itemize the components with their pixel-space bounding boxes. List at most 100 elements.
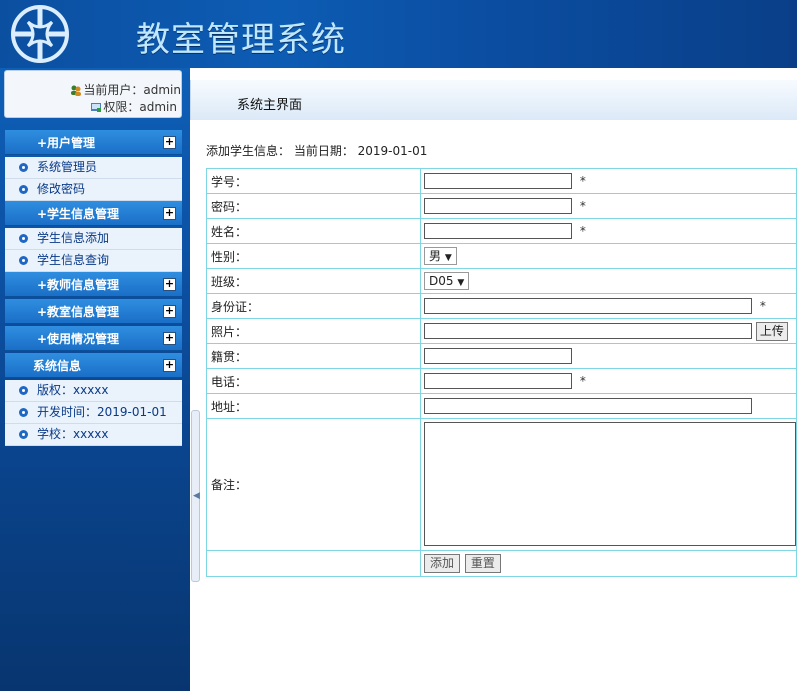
permission-icon [91, 103, 102, 112]
bullet-icon [19, 386, 28, 395]
current-user-text: 当前用户：admin [83, 83, 181, 97]
address-cell [420, 393, 797, 419]
menu-section-label: +学生信息管理 [37, 207, 120, 221]
form-row-photo: 照片： 上传 [206, 318, 797, 344]
gender-value: 男 [429, 249, 442, 263]
photo-input[interactable] [424, 323, 752, 339]
reset-button[interactable]: 重置 [464, 554, 501, 573]
info-item-school: 学校：xxxxx [5, 424, 182, 446]
add-button[interactable]: 添加 [424, 554, 461, 573]
photo-label: 照片： [206, 318, 421, 344]
address-input[interactable] [424, 398, 752, 414]
name-label: 姓名： [206, 218, 421, 244]
menu-section-classroom-management[interactable]: +教室信息管理 + [5, 299, 182, 324]
password-input[interactable] [424, 198, 572, 214]
info-item-label: 学校：xxxxx [37, 427, 109, 441]
current-user-line: 当前用户：admin [70, 81, 181, 98]
sidebar-item-query-student[interactable]: 学生信息查询 [5, 250, 182, 272]
id-card-input[interactable] [424, 298, 752, 314]
menu-section-label: +教室信息管理 [37, 305, 120, 319]
menu-section-usage-management[interactable]: +使用情况管理 + [5, 326, 182, 351]
form-row-student-id: 学号： * [206, 168, 797, 194]
form-row-remark: 备注： [206, 418, 797, 551]
required-mark: * [579, 223, 586, 238]
photo-cell: 上传 [420, 318, 797, 344]
sidebar-item-system-admin[interactable]: 系统管理员 [5, 157, 182, 179]
form-row-address: 地址： [206, 393, 797, 419]
menu-section-system-info[interactable]: 系统信息 + [5, 353, 182, 378]
actions-label-cell [206, 550, 421, 577]
user-info-box: 当前用户：admin 权限：admin [4, 70, 182, 118]
dropdown-arrow-icon: ▼ [457, 278, 465, 288]
menu-section-user-management[interactable]: +用户管理 + [5, 130, 182, 155]
expand-icon[interactable]: + [163, 305, 176, 318]
sidebar-splitter[interactable]: ◀ [191, 410, 200, 582]
gender-select[interactable]: 男 ▼ [424, 247, 457, 265]
native-place-input[interactable] [424, 348, 572, 364]
remark-label: 备注： [206, 418, 421, 551]
sidebar-item-label: 学生信息添加 [37, 231, 110, 245]
native-place-label: 籍贯： [206, 343, 421, 369]
form-row-gender: 性别： 男 ▼ [206, 243, 797, 269]
form-row-name: 姓名： * [206, 218, 797, 244]
id-card-label: 身份证： [206, 293, 421, 319]
bullet-icon [19, 408, 28, 417]
info-item-label: 开发时间：2019-01-01 [37, 405, 167, 419]
phone-input[interactable] [424, 373, 572, 389]
user-icon [71, 85, 82, 96]
gender-cell: 男 ▼ [420, 243, 797, 269]
class-value: D05 [429, 274, 454, 288]
native-place-cell [420, 343, 797, 369]
required-mark: * [759, 298, 766, 313]
class-select[interactable]: D05 ▼ [424, 272, 470, 290]
student-id-label: 学号： [206, 168, 421, 194]
expand-icon[interactable]: + [163, 332, 176, 345]
student-form: 学号： * 密码： * 姓名： * 性别： 男 ▼ 班级： D05 ▼ 身份证： [206, 168, 797, 577]
bullet-icon [19, 163, 28, 172]
name-input[interactable] [424, 223, 572, 239]
page-heading: 添加学生信息： 当前日期： 2019-01-01 [206, 144, 428, 158]
app-title: 教室管理系统 [136, 20, 346, 60]
info-item-copyright: 版权：xxxxx [5, 380, 182, 402]
sidebar-item-label: 修改密码 [37, 182, 86, 196]
bullet-icon [19, 185, 28, 194]
actions-cell: 添加 重置 [420, 550, 797, 577]
app-header: 教室管理系统 [0, 0, 797, 68]
student-id-input[interactable] [424, 173, 572, 189]
menu-section-label: +用户管理 [37, 136, 96, 150]
menu-items-student: 学生信息添加 学生信息查询 [5, 228, 182, 272]
main-title-bar: 系统主界面 [190, 80, 797, 120]
form-row-id-card: 身份证： * [206, 293, 797, 319]
menu-items-user: 系统管理员 修改密码 [5, 157, 182, 201]
sidebar-menu: +用户管理 + 系统管理员 修改密码 +学生信息管理 + 学生信息添加 学生信息… [5, 130, 182, 446]
expand-icon[interactable]: + [163, 359, 176, 372]
form-row-actions: 添加 重置 [206, 550, 797, 577]
menu-section-label: 系统信息 [33, 359, 82, 373]
expand-icon[interactable]: + [163, 207, 176, 220]
phone-cell: * [420, 368, 797, 394]
sidebar-item-add-student[interactable]: 学生信息添加 [5, 228, 182, 250]
bullet-icon [19, 234, 28, 243]
menu-section-teacher-management[interactable]: +教师信息管理 + [5, 272, 182, 297]
menu-items-system-info: 版权：xxxxx 开发时间：2019-01-01 学校：xxxxx [5, 380, 182, 446]
info-item-label: 版权：xxxxx [37, 383, 109, 397]
class-label: 班级： [206, 268, 421, 294]
permission-text: 权限：admin [103, 100, 177, 114]
dropdown-arrow-icon: ▼ [444, 253, 452, 263]
main-title-text: 系统主界面 [237, 98, 303, 113]
upload-button[interactable]: 上传 [755, 321, 788, 341]
bullet-icon [19, 430, 28, 439]
form-row-native-place: 籍贯： [206, 343, 797, 369]
menu-section-student-management[interactable]: +学生信息管理 + [5, 201, 182, 226]
menu-section-label: +使用情况管理 [37, 332, 120, 346]
class-cell: D05 ▼ [420, 268, 797, 294]
sidebar-item-change-password[interactable]: 修改密码 [5, 179, 182, 201]
expand-icon[interactable]: + [163, 278, 176, 291]
logo-icon [11, 5, 69, 63]
form-row-password: 密码： * [206, 193, 797, 219]
phone-label: 电话： [206, 368, 421, 394]
collapse-arrow-icon[interactable]: ◀ [193, 491, 200, 501]
remark-textarea[interactable] [424, 421, 796, 546]
expand-icon[interactable]: + [163, 136, 176, 149]
sidebar-item-label: 系统管理员 [37, 160, 98, 174]
